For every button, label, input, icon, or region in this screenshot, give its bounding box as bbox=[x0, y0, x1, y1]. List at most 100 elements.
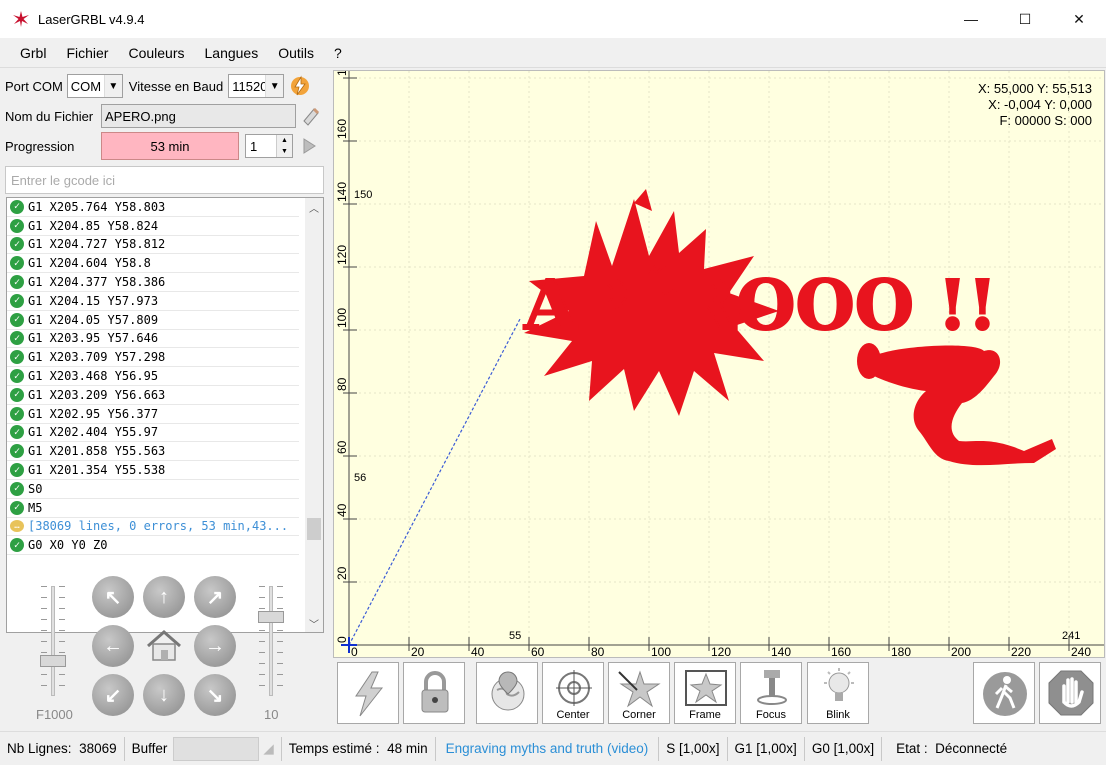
position-line-3: F: 00000 S: 000 bbox=[999, 113, 1092, 128]
jog-down-right-button[interactable]: ↘ bbox=[194, 674, 236, 716]
unlock-button[interactable] bbox=[403, 662, 465, 724]
close-button[interactable]: ✕ bbox=[1052, 0, 1106, 38]
menu-couleurs[interactable]: Couleurs bbox=[118, 45, 194, 61]
open-file-icon[interactable] bbox=[300, 105, 322, 127]
checkmark-icon: ✓ bbox=[10, 331, 24, 346]
speed-slider-knob[interactable] bbox=[40, 655, 66, 667]
connect-icon[interactable] bbox=[288, 74, 312, 98]
checkmark-icon: ✓ bbox=[10, 500, 24, 515]
port-value: COM bbox=[70, 78, 102, 94]
log-text: G1 X204.377 Y58.386 bbox=[28, 275, 166, 290]
frame-button[interactable]: Frame bbox=[674, 662, 736, 724]
engraving-text: APÉROOO !! bbox=[523, 266, 997, 346]
y-tick-label: 40 bbox=[335, 503, 349, 517]
g0-multiplier[interactable]: G0 [1,00x] bbox=[805, 736, 883, 761]
menu-fichier[interactable]: Fichier bbox=[56, 45, 118, 61]
abort-button[interactable] bbox=[1039, 662, 1101, 724]
blink-button[interactable]: Blink bbox=[807, 662, 869, 724]
checkmark-icon: ✓ bbox=[10, 350, 24, 365]
speed-slider[interactable] bbox=[38, 586, 68, 696]
log-entry: ✓ G1 X204.15 Y57.973 bbox=[7, 292, 299, 311]
scroll-down-icon[interactable]: ﹀ bbox=[305, 614, 323, 632]
menu-help[interactable]: ? bbox=[324, 45, 352, 61]
scroll-up-icon[interactable]: ︿ bbox=[305, 198, 323, 216]
jog-up-right-button[interactable]: ↗ bbox=[194, 576, 236, 618]
menu-grbl[interactable]: Grbl bbox=[10, 45, 56, 61]
x-tick-label: 240 bbox=[1071, 645, 1091, 658]
filename-label: Nom du Fichier bbox=[5, 108, 94, 124]
scroll-thumb[interactable] bbox=[307, 518, 321, 540]
log-text: G1 X204.15 Y57.973 bbox=[28, 293, 159, 308]
log-scrollbar[interactable]: ︿ ﹀ bbox=[305, 198, 323, 632]
jog-up-left-button[interactable]: ↖ bbox=[92, 576, 134, 618]
corner-button[interactable]: Corner bbox=[608, 662, 670, 724]
spindle-multiplier[interactable]: S [1,00x] bbox=[659, 736, 728, 761]
jog-down-button[interactable]: ↓ bbox=[143, 674, 185, 716]
engraving-preview[interactable]: 0 20 40 60 80 100 120 140 160 180 200 220 240 0 20 40 6… bbox=[333, 70, 1105, 658]
lock-icon bbox=[421, 671, 449, 713]
copies-stepper[interactable]: 1 ▲ ▼ bbox=[245, 134, 293, 158]
y-ruler: 0 20 40 60 80 100 120 140 160 180 bbox=[335, 71, 357, 646]
log-text: G1 X201.354 Y55.538 bbox=[28, 463, 166, 478]
gcode-input[interactable]: Entrer le gcode ici bbox=[5, 166, 324, 194]
jog-right-button[interactable]: → bbox=[194, 625, 236, 667]
play-icon[interactable] bbox=[299, 136, 319, 156]
window-title: LaserGRBL v4.9.4 bbox=[38, 11, 145, 27]
checkmark-icon: ✓ bbox=[10, 538, 24, 553]
info-bubble-icon: … bbox=[10, 520, 24, 533]
title-bar: LaserGRBL v4.9.4 — ☐ ✕ bbox=[0, 0, 1106, 38]
step-slider[interactable] bbox=[256, 586, 286, 696]
log-text: G1 X205.764 Y58.803 bbox=[28, 199, 166, 214]
jog-down-left-button[interactable]: ↙ bbox=[92, 674, 134, 716]
log-entry: ✓ G1 X204.604 Y58.8 bbox=[7, 254, 299, 274]
spin-up-icon[interactable]: ▲ bbox=[276, 135, 292, 146]
y-tick-label: 80 bbox=[335, 377, 349, 391]
x-tick-label: 140 bbox=[771, 645, 791, 658]
checkmark-icon: ✓ bbox=[10, 199, 24, 214]
step-slider-knob[interactable] bbox=[258, 611, 284, 623]
menu-outils[interactable]: Outils bbox=[268, 45, 324, 61]
baud-select[interactable]: 115200 ▼ bbox=[228, 74, 285, 98]
log-entry: ✓ G1 X201.354 Y55.538 bbox=[7, 461, 299, 480]
home-icon bbox=[147, 630, 181, 661]
frame-label: Frame bbox=[689, 709, 721, 721]
x-tick-label: 80 bbox=[591, 645, 605, 658]
globe-button[interactable] bbox=[476, 662, 538, 724]
port-select[interactable]: COM ▼ bbox=[66, 74, 123, 98]
checkmark-icon: ✓ bbox=[10, 406, 24, 421]
position-line-1: X: 55,000 Y: 55,513 bbox=[978, 81, 1092, 96]
g1-multiplier[interactable]: G1 [1,00x] bbox=[728, 736, 805, 761]
reset-button[interactable] bbox=[337, 662, 399, 724]
globe-icon bbox=[491, 671, 525, 711]
log-text: G1 X204.05 Y57.809 bbox=[28, 312, 159, 327]
progress-label: Progression bbox=[5, 138, 75, 154]
checkmark-icon: ✓ bbox=[10, 463, 24, 478]
log-entry: ✓ G1 X205.764 Y58.803 bbox=[7, 198, 299, 217]
x-tick-label: 220 bbox=[1011, 645, 1031, 658]
log-entry: ✓ G1 X202.404 Y55.97 bbox=[7, 424, 299, 443]
focus-button[interactable]: Focus bbox=[740, 662, 802, 724]
corner-label: Corner bbox=[622, 709, 656, 721]
home-button[interactable] bbox=[143, 625, 185, 667]
filename-field: APERO.png bbox=[101, 104, 296, 128]
spin-down-icon[interactable]: ▼ bbox=[276, 146, 292, 157]
pause-button[interactable] bbox=[973, 662, 1035, 724]
laser-app-icon bbox=[13, 11, 29, 27]
center-button[interactable]: Center bbox=[542, 662, 604, 724]
y-tick-label: 100 bbox=[335, 308, 349, 328]
command-log[interactable]: ✓ G1 X205.764 Y58.803 ✓ G1 X204.85 Y58.824 ✓… bbox=[6, 197, 324, 633]
y-min-marker: 56 bbox=[354, 472, 366, 484]
checkmark-icon: ✓ bbox=[10, 481, 24, 496]
maximize-button[interactable]: ☐ bbox=[998, 0, 1052, 38]
minimize-button[interactable]: — bbox=[944, 0, 998, 38]
log-entry: ✓ G1 X203.209 Y56.663 bbox=[7, 386, 299, 405]
x-tick-label: 120 bbox=[711, 645, 731, 658]
jog-up-button[interactable]: ↑ bbox=[143, 576, 185, 618]
preview-canvas: 0 20 40 60 80 100 120 140 160 180 200 220 240 0 20 40 6… bbox=[335, 71, 1104, 658]
menu-langues[interactable]: Langues bbox=[195, 45, 269, 61]
video-link[interactable]: Engraving myths and truth (video) bbox=[436, 736, 660, 761]
position-readout: X: 55,000 Y: 55,513 X: -0,004 Y: 0,000 F… bbox=[978, 81, 1092, 129]
jog-left-button[interactable]: ← bbox=[92, 625, 134, 667]
estimated-time: Temps estimé : 48 min bbox=[282, 736, 436, 761]
checkmark-icon: ✓ bbox=[10, 256, 24, 271]
